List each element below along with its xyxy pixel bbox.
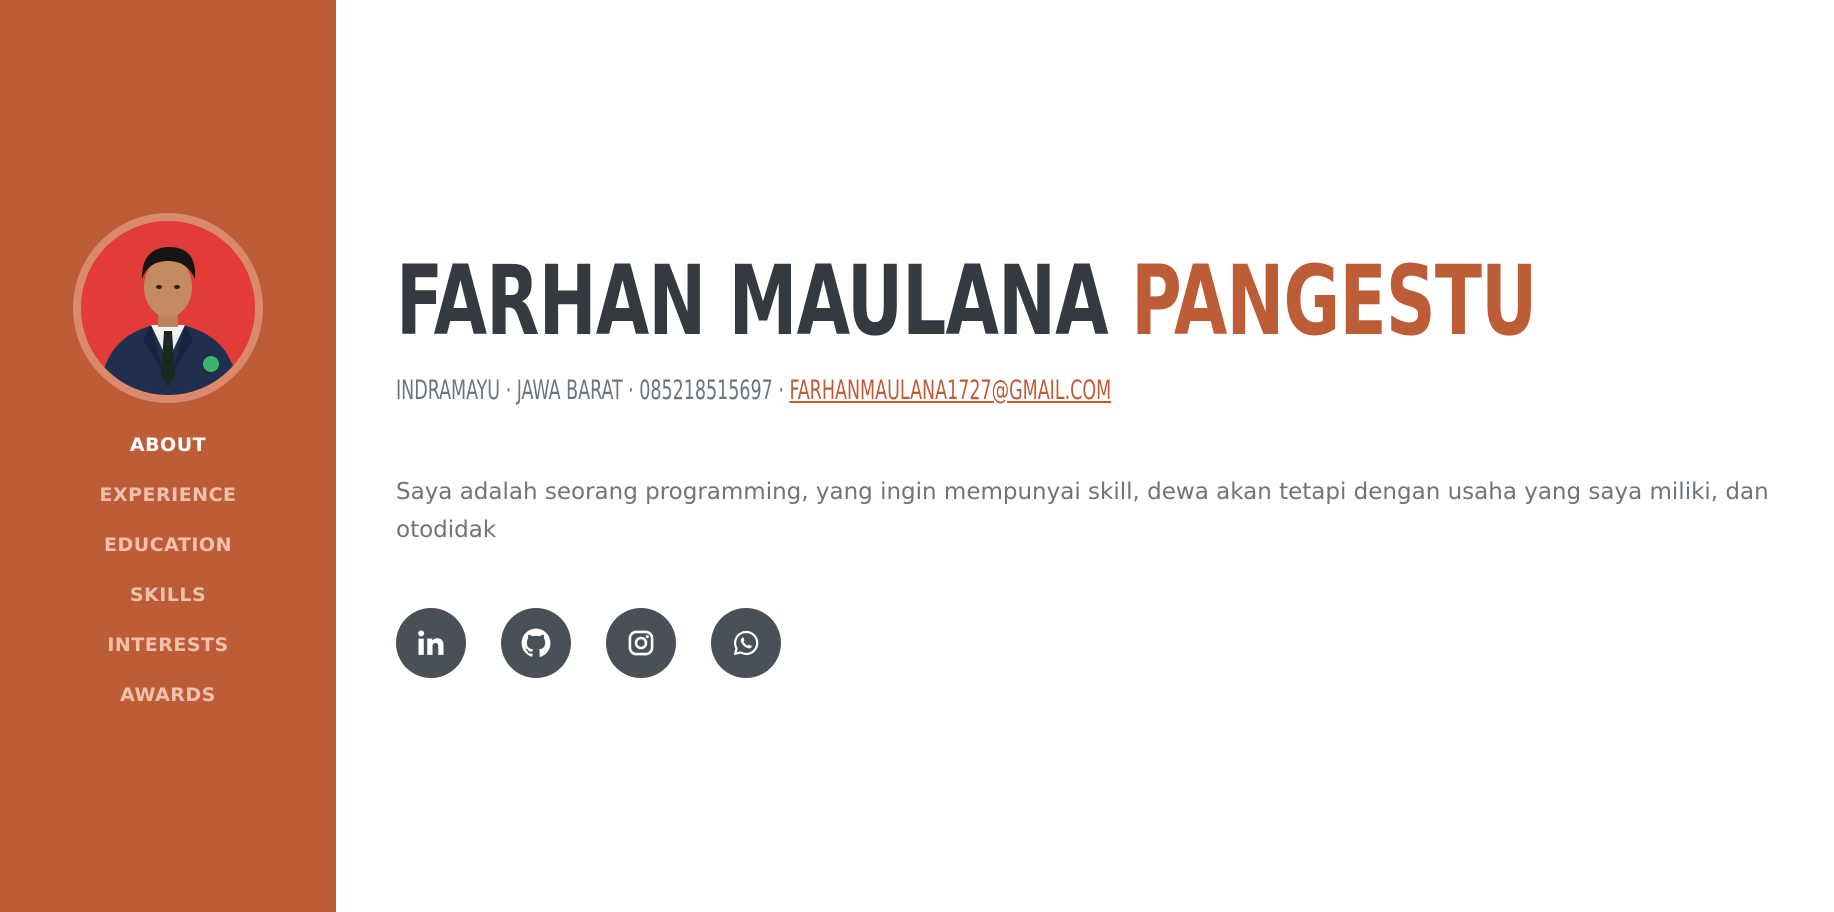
sidebar-nav: ABOUT EXPERIENCE EDUCATION SKILLS INTERE… xyxy=(0,420,336,720)
nav-item-interests[interactable]: INTERESTS xyxy=(0,620,336,670)
profile-photo xyxy=(81,221,255,395)
instagram-icon xyxy=(628,630,654,656)
profile-photo-image xyxy=(81,221,255,395)
sidebar: ABOUT EXPERIENCE EDUCATION SKILLS INTERE… xyxy=(0,0,336,912)
github-icon xyxy=(521,628,551,657)
instagram-button[interactable] xyxy=(606,608,676,678)
nav-item-education[interactable]: EDUCATION xyxy=(0,520,336,570)
whatsapp-button[interactable] xyxy=(711,608,781,678)
nav-item-skills[interactable]: SKILLS xyxy=(0,570,336,620)
about-section: FARHAN MAULANA PANGESTU INDRAMAYU · JAWA… xyxy=(396,0,1796,912)
about-description: Saya adalah seorang programming, yang in… xyxy=(396,479,1769,543)
social-icons xyxy=(396,608,781,678)
nav-item-awards[interactable]: AWARDS xyxy=(0,670,336,720)
first-name: FARHAN MAULANA xyxy=(396,245,1109,357)
contact-line: INDRAMAYU · JAWA BARAT · 085218515697 · … xyxy=(396,373,1111,409)
email-link[interactable]: FARHANMAULANA1727@GMAIL.COM xyxy=(789,375,1111,406)
last-name: PANGESTU xyxy=(1131,245,1537,357)
linkedin-icon xyxy=(418,630,444,655)
linkedin-button[interactable] xyxy=(396,608,466,678)
nav-item-experience[interactable]: EXPERIENCE xyxy=(0,470,336,520)
profile-photo-frame xyxy=(73,213,263,403)
page-title: FARHAN MAULANA PANGESTU xyxy=(396,245,1537,357)
address-text: INDRAMAYU · JAWA BARAT · 085218515697 · xyxy=(396,375,784,406)
nav-item-about[interactable]: ABOUT xyxy=(0,420,336,470)
github-button[interactable] xyxy=(501,608,571,678)
whatsapp-icon xyxy=(733,630,759,656)
